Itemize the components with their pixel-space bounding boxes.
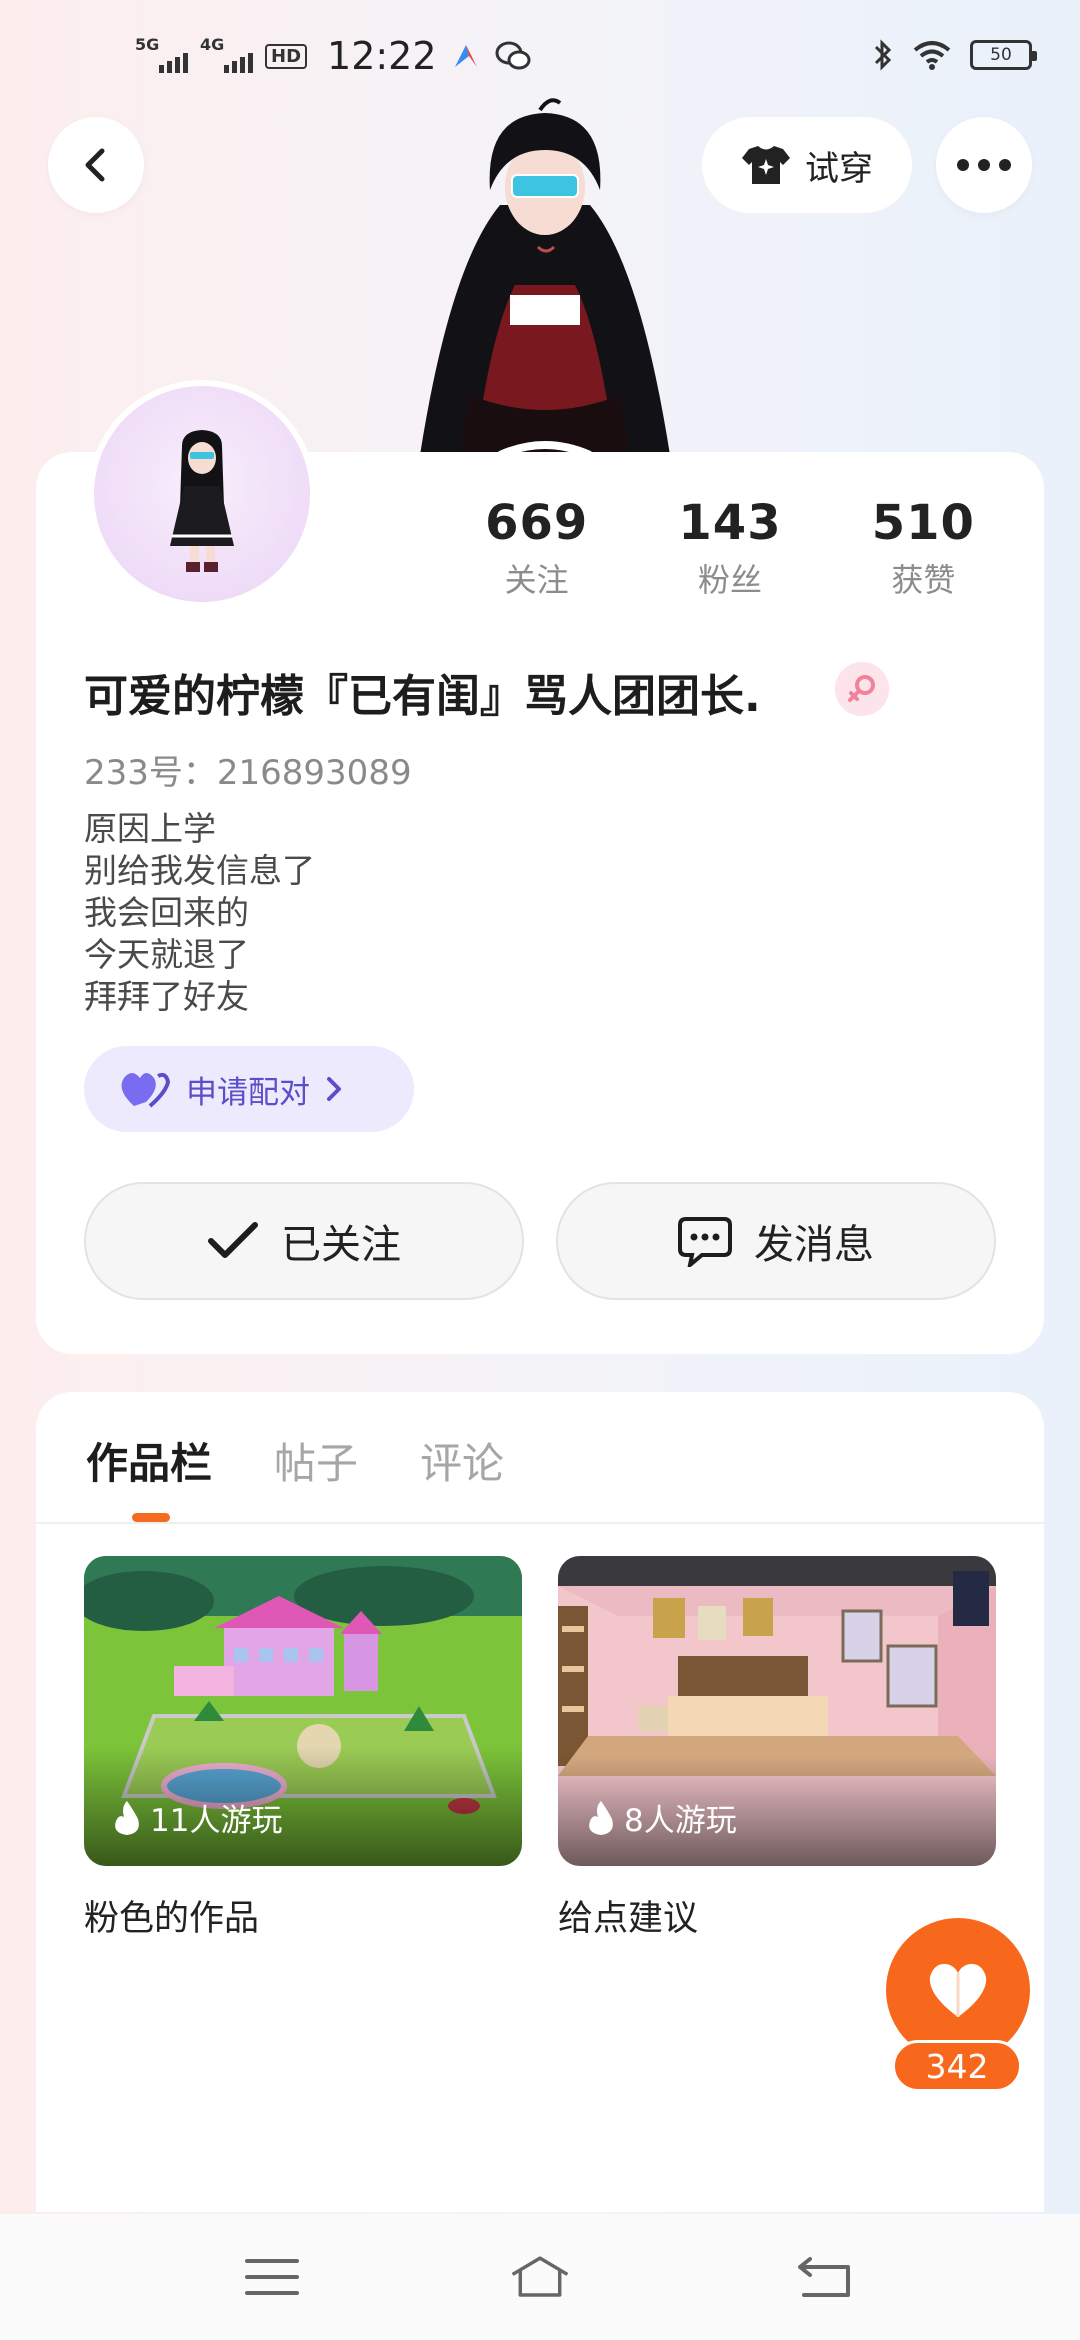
bio-line: 别给我发信息了 bbox=[84, 851, 315, 890]
checkmark-icon bbox=[208, 1222, 258, 1258]
menu-icon bbox=[245, 2259, 299, 2295]
stat-value: 510 bbox=[871, 495, 975, 551]
play-count: 11人游玩 bbox=[112, 1795, 282, 1840]
request-pair-button[interactable]: 申请配对 bbox=[84, 1046, 414, 1132]
stat-label: 获赞 bbox=[891, 561, 956, 599]
try-on-button[interactable]: 试穿 bbox=[702, 117, 912, 213]
back-arrow-icon bbox=[798, 2257, 850, 2297]
work-card-bedroom[interactable]: 8人游玩 bbox=[558, 1556, 996, 1866]
send-message-label: 发消息 bbox=[754, 1222, 874, 1268]
wechat-icon bbox=[495, 41, 531, 70]
status-time: 12:22 bbox=[327, 34, 437, 78]
avatar-3d-figure bbox=[380, 95, 710, 459]
bio-line: 今天就退了 bbox=[84, 935, 249, 974]
stat-label: 粉丝 bbox=[697, 561, 762, 599]
user-id: 233号：216893089 bbox=[84, 753, 412, 793]
avatar[interactable] bbox=[88, 380, 316, 608]
nav-menu-button[interactable] bbox=[242, 2252, 302, 2302]
sim2-label: 4G bbox=[200, 35, 225, 54]
tab-works[interactable]: 作品栏 bbox=[86, 1430, 212, 1491]
like-count: 342 bbox=[892, 2040, 1022, 2092]
chevron-right-icon bbox=[327, 1077, 341, 1101]
bio: 原因上学 别给我发信息了 我会回来的 今天就退了 拜拜了好友 bbox=[84, 808, 315, 1018]
more-dots-icon bbox=[957, 159, 1011, 171]
status-left: 5G 4G HD 12:22 bbox=[135, 34, 531, 78]
work-title[interactable]: 给点建议 bbox=[558, 1890, 698, 1941]
username: 可爱的柠檬『已有闺』骂人团团长. bbox=[84, 671, 761, 722]
tab-posts[interactable]: 帖子 bbox=[274, 1430, 358, 1491]
battery-level: 50 bbox=[990, 45, 1012, 65]
tshirt-icon bbox=[742, 146, 790, 184]
try-on-label: 试穿 bbox=[805, 148, 873, 189]
sim1-label: 5G bbox=[135, 35, 160, 54]
stat-label: 关注 bbox=[504, 561, 569, 599]
female-gender-icon bbox=[835, 662, 889, 716]
bio-line: 原因上学 bbox=[84, 809, 216, 848]
bio-line: 我会回来的 bbox=[84, 893, 249, 932]
stat-following[interactable]: 669 关注 bbox=[440, 495, 633, 601]
followed-label: 已关注 bbox=[281, 1222, 401, 1268]
tab-comments[interactable]: 评论 bbox=[420, 1430, 504, 1491]
tab-active-indicator bbox=[132, 1513, 170, 1522]
battery-icon: 50 bbox=[970, 40, 1037, 70]
request-pair-label: 申请配对 bbox=[186, 1074, 310, 1111]
nav-home-button[interactable] bbox=[510, 2252, 570, 2302]
flame-icon bbox=[115, 1800, 139, 1835]
play-count-label: 11人游玩 bbox=[150, 1803, 283, 1839]
stat-followers[interactable]: 143 粉丝 bbox=[633, 495, 826, 601]
signal-4g-icon: 4G bbox=[200, 35, 253, 73]
system-nav-bar bbox=[0, 2214, 1080, 2340]
status-right: 50 bbox=[872, 38, 1037, 72]
play-count: 8人游玩 bbox=[586, 1795, 737, 1840]
chat-bubble-icon bbox=[678, 1217, 732, 1267]
flame-icon bbox=[589, 1800, 613, 1835]
work-title[interactable]: 粉色的作品 bbox=[84, 1890, 259, 1941]
wifi-icon bbox=[913, 41, 951, 70]
avatar-figure-icon bbox=[170, 430, 234, 572]
followed-button[interactable]: 已关注 bbox=[84, 1182, 524, 1300]
send-message-button[interactable]: 发消息 bbox=[556, 1182, 996, 1300]
signal-5g-icon: 5G bbox=[135, 35, 188, 73]
home-icon bbox=[511, 2256, 569, 2297]
back-button[interactable] bbox=[48, 117, 144, 213]
play-count-label: 8人游玩 bbox=[624, 1803, 737, 1839]
tabs: 作品栏 帖子 评论 bbox=[86, 1430, 504, 1491]
bio-line: 拜拜了好友 bbox=[84, 977, 249, 1016]
stat-likes[interactable]: 510 获赞 bbox=[827, 495, 1020, 601]
work-card-pink[interactable]: 11人游玩 bbox=[84, 1556, 522, 1866]
stat-value: 669 bbox=[485, 495, 589, 551]
tabs-divider bbox=[36, 1522, 1044, 1524]
hd-voice-icon: HD bbox=[265, 43, 308, 69]
nav-back-button[interactable] bbox=[794, 2252, 854, 2302]
chevron-left-icon bbox=[85, 148, 105, 182]
more-button[interactable] bbox=[936, 117, 1032, 213]
stats-row: 669 关注 143 粉丝 510 获赞 bbox=[440, 495, 1020, 601]
compass-app-icon bbox=[454, 45, 477, 67]
double-heart-icon bbox=[121, 1072, 171, 1108]
stat-value: 143 bbox=[678, 495, 782, 551]
heart-icon bbox=[929, 1963, 987, 2017]
bluetooth-icon bbox=[874, 39, 892, 71]
